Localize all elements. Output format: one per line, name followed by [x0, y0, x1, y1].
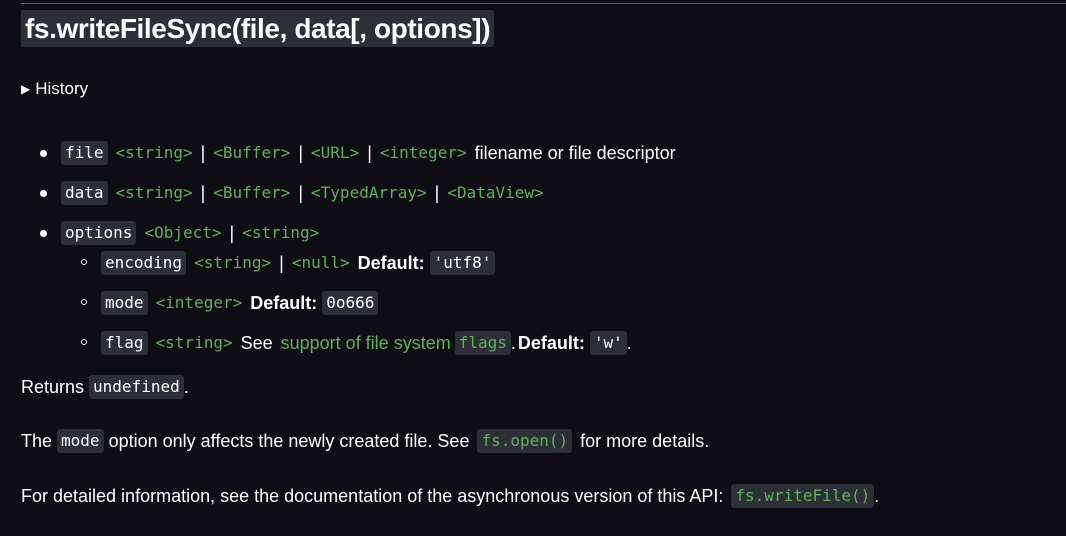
- default-label: Default:: [357, 253, 425, 273]
- file-system-flags-link[interactable]: support of file system: [281, 330, 451, 356]
- punctuation: .: [626, 333, 632, 353]
- type-link[interactable]: <URL>: [311, 140, 359, 166]
- flags-code-link[interactable]: flags: [454, 331, 511, 355]
- punctuation: .: [874, 486, 880, 506]
- option-name: encoding: [101, 251, 187, 275]
- punctuation: .: [510, 333, 516, 353]
- caret-right-icon: ▶: [21, 82, 31, 96]
- param-options: options <Object> | <string>: [61, 220, 319, 246]
- type-link[interactable]: <integer>: [156, 290, 243, 316]
- option-mode: mode <integer> Default: 0o666: [101, 290, 379, 316]
- param-data: data <string> | <Buffer> | <TypedArray> …: [61, 180, 544, 206]
- type-link[interactable]: <Object>: [144, 220, 221, 246]
- note-text: For detailed information, see the docume…: [21, 486, 724, 506]
- type-separator: |: [434, 183, 440, 203]
- section-divider: [21, 3, 1066, 4]
- fs-writefile-link[interactable]: fs.writeFile(): [731, 484, 875, 508]
- type-separator: |: [367, 143, 372, 163]
- type-separator: |: [229, 223, 235, 243]
- sub-bullet-icon: [81, 259, 87, 265]
- param-name: options: [61, 221, 137, 245]
- param-name: data: [61, 181, 108, 205]
- option-encoding: encoding <string> | <null> Default: 'utf…: [101, 250, 496, 276]
- fs-open-link[interactable]: fs.open(): [477, 429, 573, 453]
- see-label: See: [240, 333, 273, 353]
- type-link[interactable]: <string>: [116, 140, 193, 166]
- doc-page: fs.writeFileSync(file, data[, options]) …: [0, 0, 1066, 536]
- default-label: Default:: [517, 333, 585, 353]
- note-text: for more details.: [580, 431, 710, 451]
- type-separator: |: [200, 143, 206, 163]
- mode-code: mode: [57, 429, 104, 453]
- option-flag: flag <string> See support of file system…: [101, 330, 632, 356]
- note-text: option only affects the newly created fi…: [108, 431, 470, 451]
- returns-value: undefined: [89, 375, 184, 399]
- type-separator: |: [279, 253, 284, 273]
- type-separator: |: [298, 143, 304, 163]
- type-link[interactable]: <Buffer>: [213, 140, 290, 166]
- option-name: flag: [101, 331, 148, 355]
- type-link[interactable]: <string>: [116, 180, 193, 206]
- type-separator: |: [298, 183, 304, 203]
- default-label: Default:: [250, 293, 318, 313]
- type-link[interactable]: <integer>: [380, 140, 467, 166]
- option-name: mode: [101, 291, 148, 315]
- sub-bullet-icon: [81, 339, 87, 345]
- default-value: 'utf8': [429, 251, 496, 275]
- page-title: fs.writeFileSync(file, data[, options]): [21, 10, 495, 47]
- bullet-icon: [40, 190, 47, 197]
- param-name: file: [61, 141, 108, 165]
- mode-note: The mode option only affects the newly c…: [21, 428, 709, 454]
- type-link[interactable]: <null>: [292, 250, 350, 276]
- returns-label: Returns: [21, 377, 85, 397]
- type-link[interactable]: <TypedArray>: [311, 180, 427, 206]
- default-value: 'w': [589, 331, 627, 355]
- returns-line: Returns undefined .: [21, 374, 189, 400]
- bullet-icon: [40, 230, 47, 237]
- type-separator: |: [200, 183, 206, 203]
- default-value: 0o666: [322, 291, 379, 315]
- type-link[interactable]: <string>: [156, 330, 233, 356]
- type-link[interactable]: <Buffer>: [213, 180, 290, 206]
- bullet-icon: [40, 150, 47, 157]
- history-toggle[interactable]: ▶ History: [21, 78, 88, 100]
- type-link[interactable]: <DataView>: [447, 180, 543, 206]
- param-description: filename or file descriptor: [474, 143, 676, 163]
- async-note: For detailed information, see the docume…: [21, 483, 879, 509]
- type-link[interactable]: <string>: [242, 220, 319, 246]
- param-file: file <string> | <Buffer> | <URL> | <inte…: [61, 140, 676, 166]
- type-link[interactable]: <string>: [194, 250, 271, 276]
- note-text: The: [21, 431, 53, 451]
- punctuation: .: [183, 377, 189, 397]
- sub-bullet-icon: [81, 299, 87, 305]
- history-label: History: [35, 79, 89, 98]
